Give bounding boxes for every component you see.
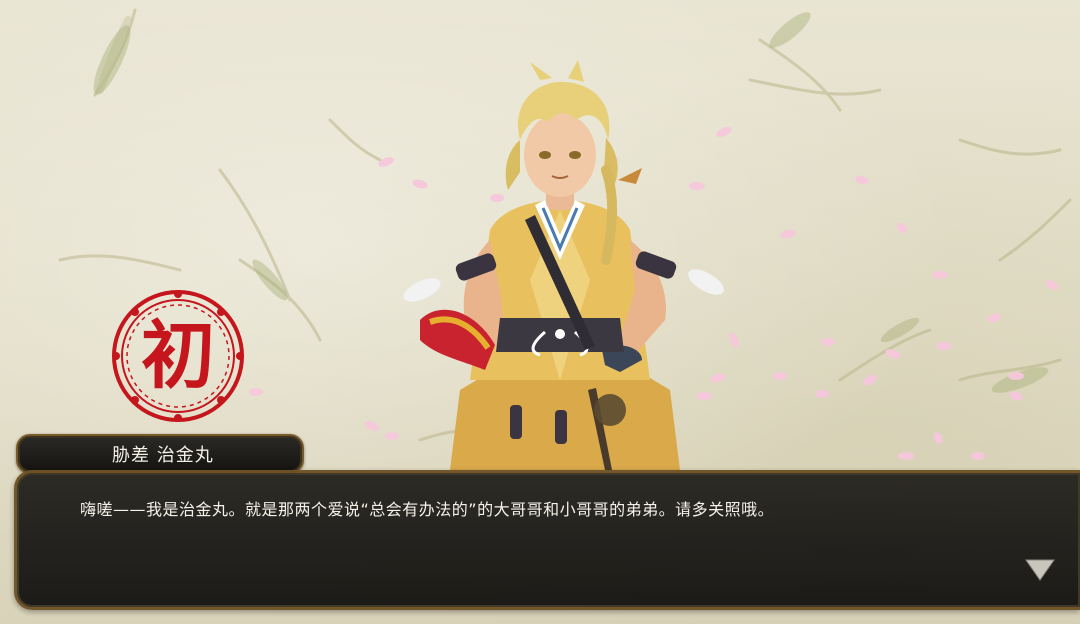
advance-triangle-icon[interactable] [1024, 558, 1056, 582]
badge-glyph: 初 [141, 313, 215, 399]
dialog-box[interactable] [14, 470, 1080, 610]
speaker-name: 胁差 治金丸 [112, 445, 214, 466]
character-portrait [403, 60, 724, 470]
game-scene[interactable]: 初 胁差 治金丸 嗨嗟——我是治金丸。就是那两个爱说“总会有办法的”的大哥哥和小… [0, 0, 1080, 624]
speaker-name-plate: 胁差 治金丸 [16, 434, 304, 474]
dialog-text: 嗨嗟——我是治金丸。就是那两个爱说“总会有办法的”的大哥哥和小哥哥的弟弟。请多关… [80, 500, 775, 519]
